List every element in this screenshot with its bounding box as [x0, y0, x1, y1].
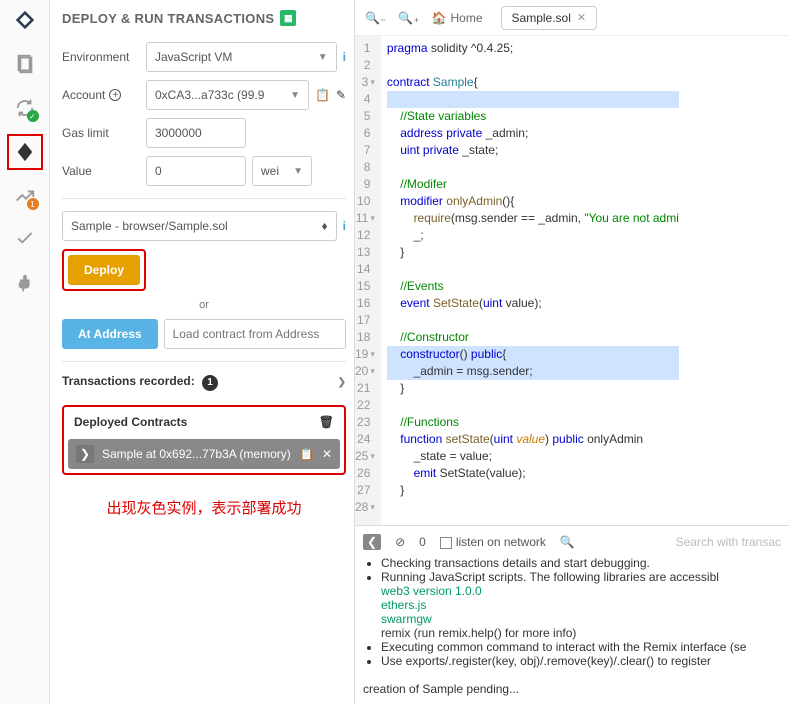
- term-toggle-icon[interactable]: ❮: [363, 534, 381, 550]
- home-icon[interactable]: 🏠 Home: [432, 11, 483, 25]
- account-label: Account +: [62, 88, 140, 102]
- annotation-text: 出现灰色实例，表示部署成功: [62, 497, 346, 518]
- zoom-out-icon[interactable]: 🔍₋: [365, 11, 386, 25]
- close-instance-icon[interactable]: ✕: [322, 447, 332, 461]
- tx-count-badge: 1: [202, 375, 218, 391]
- term-line: Running JavaScript scripts. The followin…: [381, 570, 781, 584]
- compile-icon[interactable]: ✓: [13, 96, 37, 120]
- code-editor[interactable]: 1 2 3▾4 5 6 7 8 9 10 11▾12 13 14 15 16 1…: [355, 36, 789, 525]
- term-lib: ethers.js: [381, 598, 781, 612]
- listen-checkbox[interactable]: listen on network: [440, 535, 546, 549]
- or-text: or: [62, 299, 346, 311]
- deploy-run-icon[interactable]: [13, 140, 37, 164]
- value-label: Value: [62, 164, 140, 178]
- left-iconbar: ✓ 1: [0, 0, 50, 704]
- copy-instance-icon[interactable]: 📋: [299, 447, 314, 461]
- editor-area: 🔍₋ 🔍₊ 🏠 Home Sample.sol✕ 1 2 3▾4 5 6 7 8…: [355, 0, 789, 704]
- env-label: Environment: [62, 50, 140, 64]
- files-icon[interactable]: [13, 52, 37, 76]
- deployed-title: Deployed Contracts: [74, 415, 187, 429]
- term-line: Executing common command to interact wit…: [381, 640, 781, 654]
- deploy-button[interactable]: Deploy: [68, 255, 140, 285]
- copy-account-icon[interactable]: 📋: [315, 88, 330, 102]
- plugin-icon[interactable]: [13, 272, 37, 296]
- analysis-badge: 1: [27, 198, 39, 210]
- term-lib: remix (run remix.help() for more info): [381, 626, 781, 640]
- term-pending: creation of Sample pending...: [363, 682, 781, 696]
- debugger-icon[interactable]: [13, 228, 37, 252]
- term-line: Checking transactions details and start …: [381, 556, 781, 570]
- contract-info-icon[interactable]: i: [343, 219, 346, 233]
- editor-toolbar: 🔍₋ 🔍₊ 🏠 Home Sample.sol✕: [355, 0, 789, 36]
- value-unit-select[interactable]: wei▼: [252, 156, 312, 186]
- compile-ok-badge: ✓: [27, 110, 39, 122]
- term-search-icon[interactable]: 🔍: [560, 535, 575, 549]
- gas-input[interactable]: [146, 118, 246, 148]
- term-search-input[interactable]: Search with transac: [676, 535, 781, 549]
- analysis-icon[interactable]: 1: [13, 184, 37, 208]
- zoom-in-icon[interactable]: 🔍₊: [398, 11, 419, 25]
- term-line: Use exports/.register(key, obj)/.remove(…: [381, 654, 781, 668]
- env-info-icon[interactable]: i: [343, 50, 346, 64]
- ataddress-input[interactable]: [164, 319, 346, 349]
- tab-sample[interactable]: Sample.sol✕: [501, 6, 598, 30]
- close-tab-icon[interactable]: ✕: [577, 11, 586, 24]
- gas-label: Gas limit: [62, 126, 140, 140]
- instance-label: Sample at 0x692...77b3A (memory): [102, 447, 291, 461]
- ataddress-button[interactable]: At Address: [62, 319, 158, 349]
- panel-title: DEPLOY & RUN TRANSACTIONS ▦: [62, 0, 346, 34]
- edit-account-icon[interactable]: ✎: [336, 88, 346, 102]
- tx-expand-icon[interactable]: ❯: [338, 377, 346, 388]
- panel-status-icon: ▦: [280, 10, 296, 26]
- expand-instance-icon[interactable]: ❯: [76, 445, 94, 463]
- term-lib: web3 version 1.0.0: [381, 584, 781, 598]
- terminal: ❮ ⊘ 0 listen on network 🔍 Search with tr…: [355, 525, 789, 704]
- trash-icon[interactable]: 🗑: [319, 415, 334, 429]
- logo-icon[interactable]: [13, 8, 37, 32]
- term-clear-icon[interactable]: ⊘: [395, 535, 405, 549]
- add-account-icon[interactable]: +: [109, 89, 121, 101]
- term-pending-count: 0: [419, 535, 426, 549]
- term-lib: swarmgw: [381, 612, 781, 626]
- contract-instance[interactable]: ❯ Sample at 0x692...77b3A (memory) 📋 ✕: [68, 439, 340, 469]
- tx-recorded-row[interactable]: Transactions recorded: 1 ❯: [62, 374, 346, 391]
- contract-select[interactable]: Sample - browser/Sample.sol♦: [62, 211, 337, 241]
- value-input[interactable]: [146, 156, 246, 186]
- env-select[interactable]: JavaScript VM▼: [146, 42, 337, 72]
- deploy-panel: DEPLOY & RUN TRANSACTIONS ▦ Environment …: [50, 0, 355, 704]
- account-select[interactable]: 0xCA3...a733c (99.9▼: [146, 80, 309, 110]
